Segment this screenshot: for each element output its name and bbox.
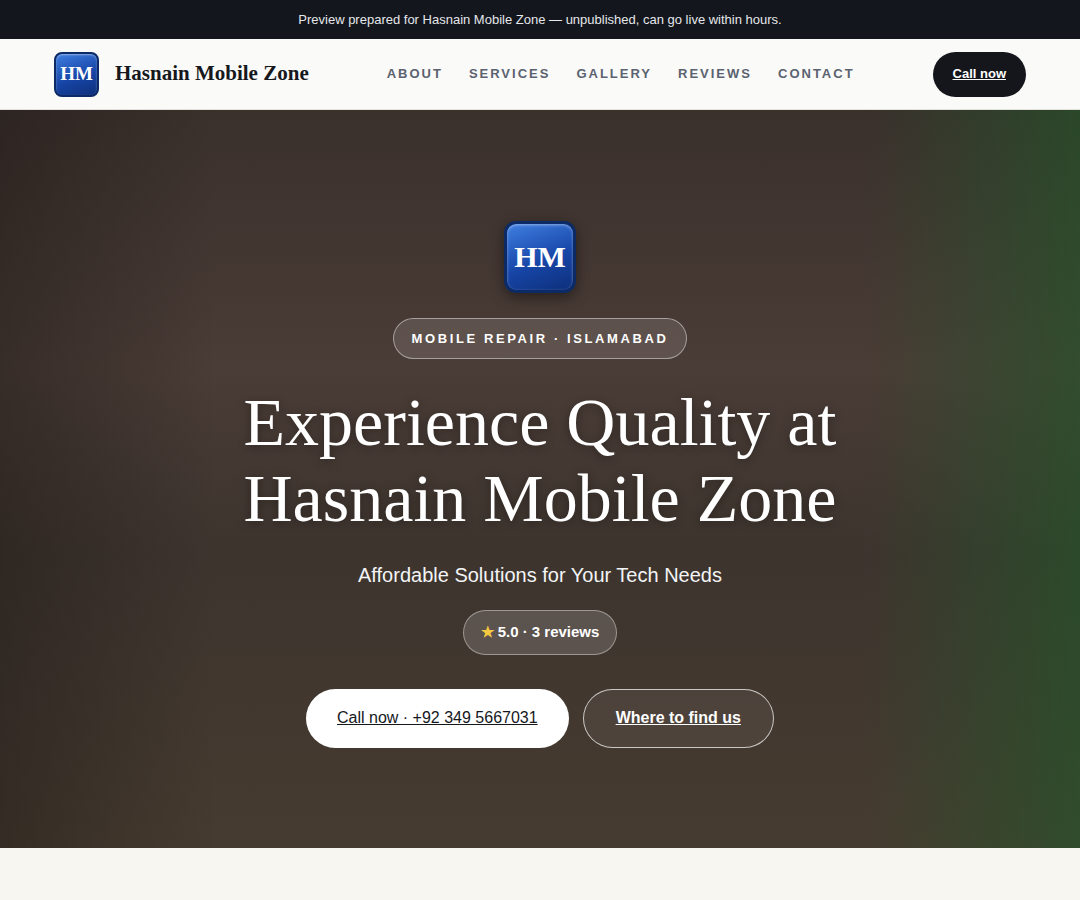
site-header: HM Hasnain Mobile Zone ABOUT SERVICES GALLER… — [0, 39, 1080, 110]
preview-banner: Preview prepared for Hasnain Mobile Zone… — [0, 0, 1080, 39]
rating-text: 5.0 · 3 reviews — [498, 621, 600, 644]
hero-call-button[interactable]: Call now · +92 349 5667031 — [306, 689, 569, 748]
hero-subtitle: Affordable Solutions for Your Tech Needs — [358, 560, 722, 590]
page-body — [0, 848, 1080, 900]
hero-title-line: Experience Quality at — [244, 384, 837, 460]
nav-link[interactable]: SERVICES — [469, 64, 551, 84]
brand-name: Hasnain Mobile Zone — [115, 58, 309, 90]
logo-icon: HM — [54, 52, 99, 97]
hero-title-line: Hasnain Mobile Zone — [244, 460, 837, 536]
hero-section: HM MOBILE REPAIR · ISLAMABAD Experience Qu… — [0, 110, 1080, 848]
find-us-button[interactable]: Where to find us — [583, 689, 774, 748]
brand-link[interactable]: HM Hasnain Mobile Zone — [54, 52, 309, 97]
hero-tag: MOBILE REPAIR · ISLAMABAD — [393, 318, 688, 360]
star-icon: ★ — [481, 621, 494, 644]
nav-link[interactable]: REVIEWS — [678, 64, 752, 84]
hero-buttons: Call now · +92 349 5667031Where to find … — [306, 689, 774, 748]
nav-link[interactable]: ABOUT — [387, 64, 443, 84]
hero-title: Experience Quality atHasnain Mobile Zone — [244, 384, 837, 536]
nav-link[interactable]: GALLERY — [576, 64, 652, 84]
hero-logo-icon: HM — [504, 221, 576, 293]
nav-link[interactable]: CONTACT — [778, 64, 855, 84]
nav-links: ABOUT SERVICES GALLERY REVIEWS CONTACT — [387, 64, 855, 84]
call-now-button[interactable]: Call now — [933, 52, 1026, 97]
rating-badge: ★5.0 · 3 reviews — [463, 610, 618, 655]
